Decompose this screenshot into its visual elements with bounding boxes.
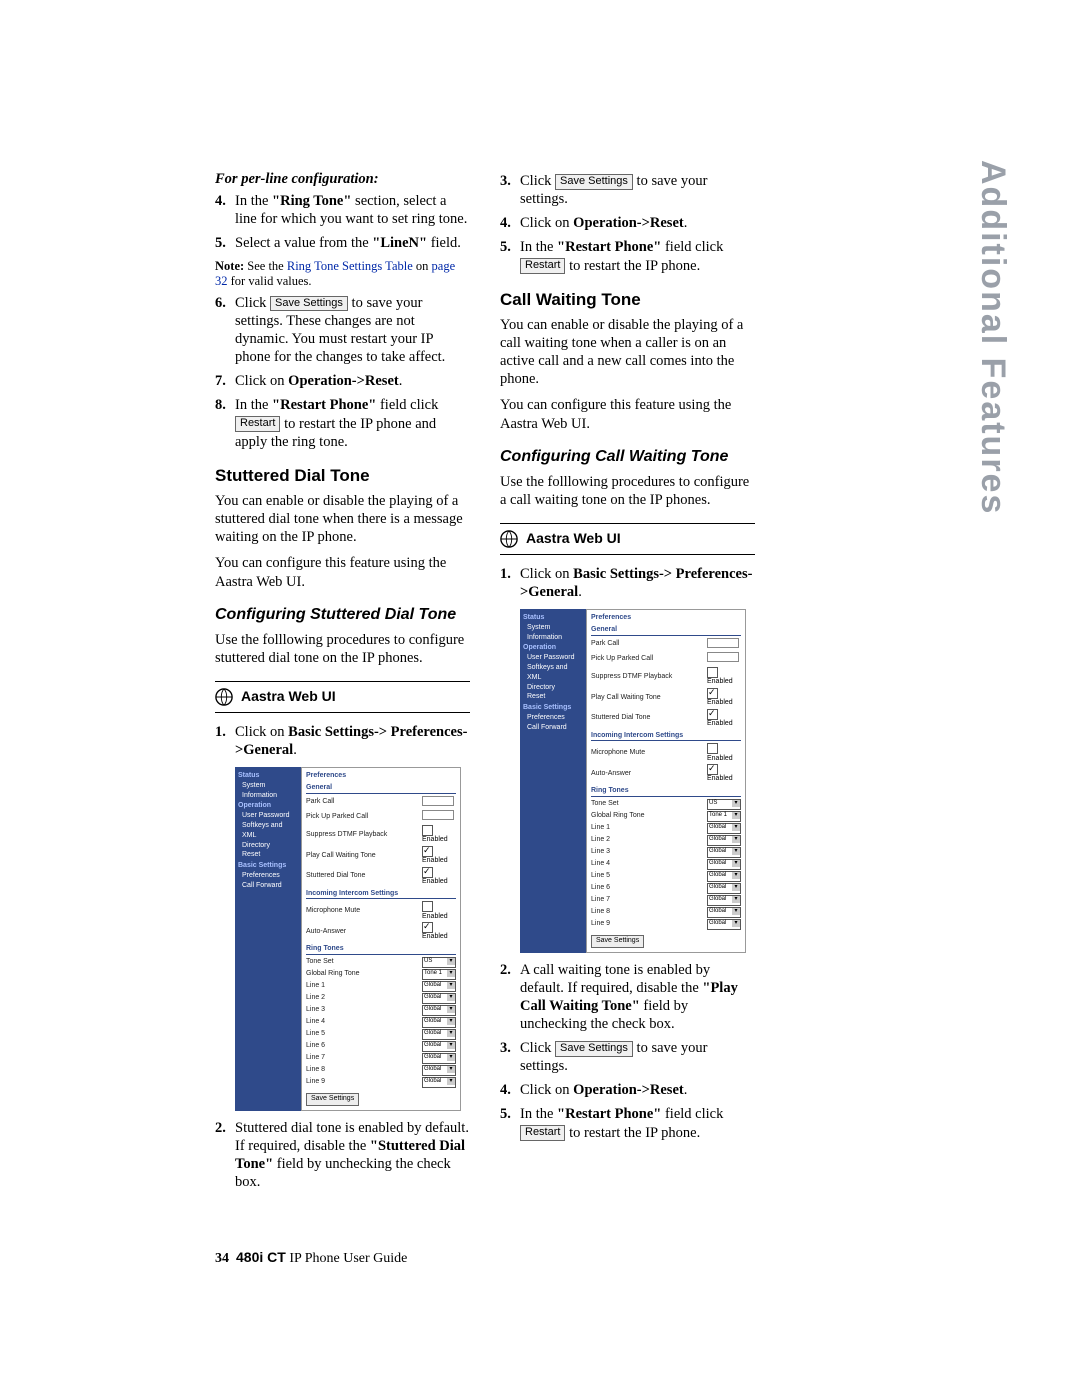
step-4: 4. In the "Ring Tone" section, select a … bbox=[215, 192, 470, 228]
stuttered-step-2: 2. Stuttered dial tone is enabled by def… bbox=[215, 1119, 470, 1192]
preferences-screenshot: Status System Information Operation User… bbox=[520, 609, 746, 952]
preferences-screenshot: Status System Information Operation User… bbox=[235, 767, 461, 1110]
cw-p1: You can enable or disable the playing of… bbox=[500, 316, 755, 389]
link-ring-tone-table[interactable]: Ring Tone Settings Table bbox=[287, 259, 413, 273]
save-settings-button[interactable]: Save Settings bbox=[270, 296, 348, 312]
cw-step-3: 3. Click Save Settings to save your sett… bbox=[500, 1039, 755, 1075]
ss-save-button[interactable]: Save Settings bbox=[306, 1093, 359, 1106]
right-step-3: 3. Click Save Settings to save your sett… bbox=[500, 172, 755, 208]
page-footer: 34 480i CT IP Phone User Guide bbox=[215, 1249, 407, 1267]
restart-button[interactable]: Restart bbox=[235, 416, 280, 432]
right-step-4: 4. Click on Operation->Reset. bbox=[500, 214, 755, 232]
ss-sidebar: Status System Information Operation User… bbox=[235, 767, 301, 1110]
right-step-5: 5. In the "Restart Phone" field click Re… bbox=[500, 238, 755, 274]
conf-stuttered-p: Use the folllowing procedures to configu… bbox=[215, 631, 470, 667]
call-waiting-heading: Call Waiting Tone bbox=[500, 289, 755, 310]
step-8: 8. In the "Restart Phone" field click Re… bbox=[215, 396, 470, 450]
left-column: For per-line configuration: 4. In the "R… bbox=[215, 170, 470, 1197]
cw-step-2: 2. A call waiting tone is enabled by def… bbox=[500, 961, 755, 1034]
stuttered-p2: You can configure this feature using the… bbox=[215, 554, 470, 590]
conf-stuttered-heading: Configuring Stuttered Dial Tone bbox=[215, 605, 470, 625]
step-7: 7. Click on Operation->Reset. bbox=[215, 372, 470, 390]
stuttered-step-1: 1. Click on Basic Settings-> Preferences… bbox=[215, 723, 470, 759]
stuttered-p1: You can enable or disable the playing of… bbox=[215, 492, 470, 546]
restart-button[interactable]: Restart bbox=[520, 1125, 565, 1141]
globe-icon bbox=[215, 688, 233, 706]
note: Note: See the Ring Tone Settings Table o… bbox=[215, 259, 470, 290]
cw-p2: You can configure this feature using the… bbox=[500, 396, 755, 432]
ss-main: Preferences General Park Call Pick Up Pa… bbox=[301, 767, 461, 1110]
per-line-heading: For per-line configuration: bbox=[215, 170, 470, 188]
conf-cw-heading: Configuring Call Waiting Tone bbox=[500, 447, 755, 467]
ss-main: Preferences General Park Call Pick Up Pa… bbox=[586, 609, 746, 952]
webui-banner: Aastra Web UI bbox=[215, 681, 470, 713]
save-settings-button[interactable]: Save Settings bbox=[555, 174, 633, 190]
page-body: For per-line configuration: 4. In the "R… bbox=[0, 0, 1080, 1257]
save-settings-button[interactable]: Save Settings bbox=[555, 1041, 633, 1057]
conf-cw-p: Use the folllowing procedures to configu… bbox=[500, 473, 755, 509]
cw-step-5: 5. In the "Restart Phone" field click Re… bbox=[500, 1105, 755, 1141]
globe-icon bbox=[500, 530, 518, 548]
cw-step-1: 1. Click on Basic Settings-> Preferences… bbox=[500, 565, 755, 601]
cw-step-4: 4. Click on Operation->Reset. bbox=[500, 1081, 755, 1099]
ss-sidebar: Status System Information Operation User… bbox=[520, 609, 586, 952]
webui-banner: Aastra Web UI bbox=[500, 523, 755, 555]
step-5: 5. Select a value from the "LineN" field… bbox=[215, 234, 470, 252]
ss-save-button[interactable]: Save Settings bbox=[591, 935, 644, 948]
stuttered-heading: Stuttered Dial Tone bbox=[215, 465, 470, 486]
right-column: 3. Click Save Settings to save your sett… bbox=[500, 170, 755, 1197]
restart-button[interactable]: Restart bbox=[520, 258, 565, 274]
step-6: 6. Click Save Settings to save your sett… bbox=[215, 294, 470, 367]
